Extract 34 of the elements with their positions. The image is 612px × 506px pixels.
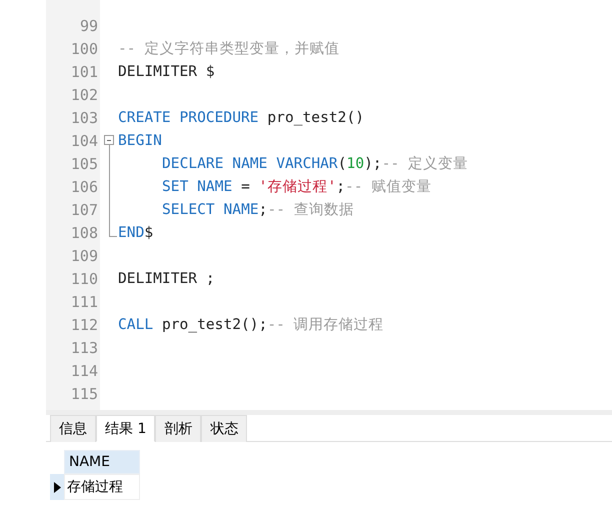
code-line: BEGIN (118, 132, 162, 149)
line-number: 101 (70, 62, 98, 80)
tab[interactable]: 状态 (201, 415, 248, 442)
line-number: 99 (78, 16, 98, 34)
column-header[interactable]: NAME (64, 450, 140, 474)
line-number: 104 (70, 132, 98, 150)
code-line: CALL pro_test2();-- 调用存储过程 (118, 315, 384, 334)
line-number: 110 (70, 270, 98, 288)
tab[interactable]: 剖析 (155, 415, 202, 442)
line-number: 107 (70, 200, 98, 218)
line-number: 114 (70, 362, 98, 380)
line-number: 113 (70, 338, 98, 356)
line-number: 109 (70, 246, 98, 264)
collapse-icon[interactable] (104, 135, 114, 145)
line-number: 100 (70, 40, 98, 58)
line-number: 111 (70, 292, 98, 310)
code-line: DELIMITER ; (118, 270, 215, 287)
code-line: END$ (118, 224, 154, 241)
code-line: DELIMITER $ (118, 63, 215, 80)
line-number: 103 (70, 108, 98, 126)
code-line: DECLARE NAME VARCHAR(10);-- 定义变量 (161, 154, 468, 173)
tab[interactable]: 信息 (50, 415, 96, 442)
line-number: 112 (70, 316, 98, 334)
code-line: -- 定义字符串类型变量，并赋值 (118, 39, 340, 58)
line-number: 105 (70, 154, 98, 172)
code-line: SELECT NAME;-- 查询数据 (161, 200, 354, 219)
line-number: 102 (70, 86, 98, 104)
tab[interactable]: 结果 1 (96, 415, 156, 442)
line-number: 115 (70, 384, 98, 402)
code-line: SET NAME = '存储过程';-- 赋值变量 (161, 177, 432, 196)
line-number: 108 (70, 224, 98, 242)
table-cell: 存储过程 (64, 474, 140, 500)
line-number: 106 (70, 178, 98, 196)
code-line: CREATE PROCEDURE pro_test2() (118, 109, 364, 126)
